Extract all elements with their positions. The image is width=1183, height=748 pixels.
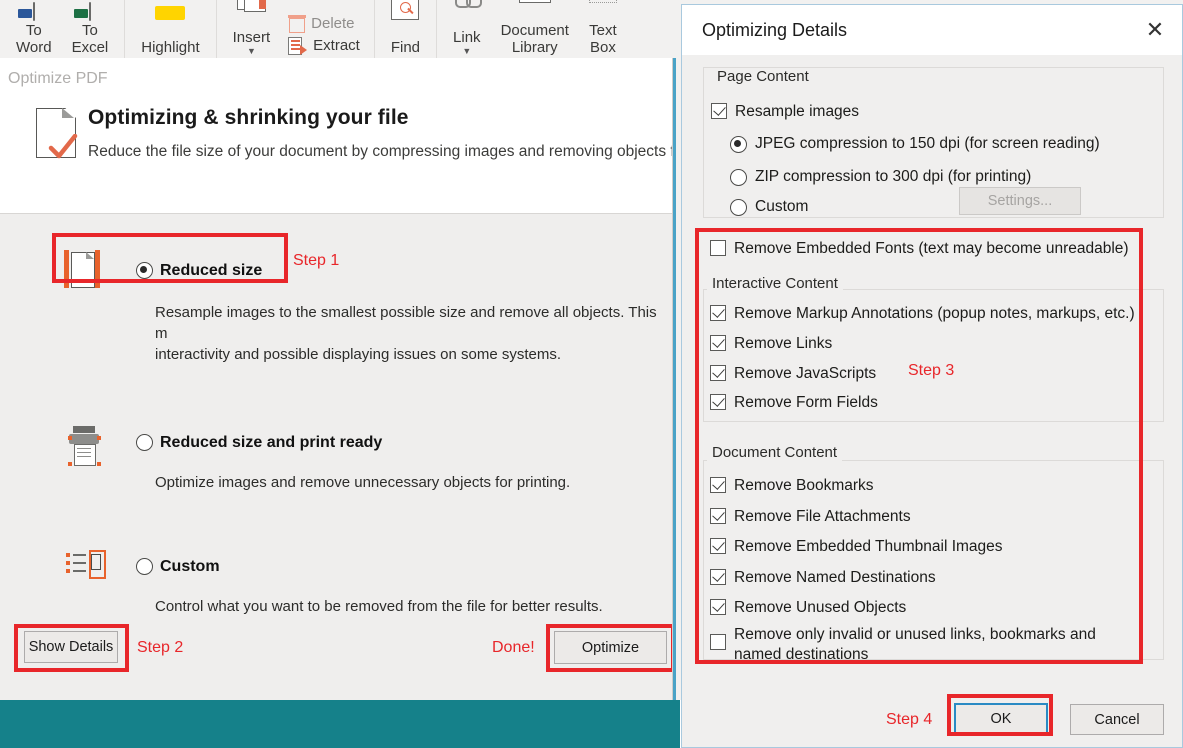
radio-label: Custom xyxy=(755,198,809,215)
radio-circle xyxy=(730,198,747,216)
callout-box-step3 xyxy=(695,228,1143,664)
option-label: Reduced size and print ready xyxy=(160,434,383,451)
ribbon-button-label: Insert xyxy=(232,29,271,46)
checkbox-resample-images[interactable]: Resample images xyxy=(711,103,859,120)
radio-jpeg-150dpi[interactable]: JPEG compression to 150 dpi (for screen … xyxy=(730,135,1100,153)
radio-custom[interactable] xyxy=(136,558,153,580)
link-icon xyxy=(454,0,482,27)
text-box-icon: A xyxy=(588,0,617,20)
ribbon-small-buttons: Delete Extract xyxy=(280,0,368,58)
group-label-page-content: Page Content xyxy=(712,68,814,85)
ribbon-button-label: Document Library xyxy=(500,22,569,56)
compress-document-icon xyxy=(36,108,80,160)
page-subtitle: Reduce the file size of your document by… xyxy=(88,143,689,160)
document-library-icon xyxy=(518,0,551,20)
radio-custom-compression[interactable]: Custom xyxy=(730,198,808,216)
option-description: Control what you want to be removed from… xyxy=(155,598,603,615)
radio-label: ZIP compression to 300 dpi (for printing… xyxy=(755,168,1032,185)
ribbon-button-find[interactable]: Find xyxy=(381,0,430,58)
ribbon-group-convert: To Word To Excel xyxy=(0,0,126,58)
checkbox-label: Resample images xyxy=(735,103,860,120)
settings-button[interactable]: Settings... xyxy=(959,187,1081,215)
trash-icon xyxy=(288,14,307,34)
annotation-step4: Step 4 xyxy=(886,711,933,728)
printer-icon xyxy=(66,424,106,470)
ribbon-button-insert[interactable]: Insert ▼ xyxy=(223,0,281,58)
ribbon-button-label: Link xyxy=(453,29,481,46)
optimize-pdf-pane: Optimize PDF Optimizing & shrinking your… xyxy=(0,58,689,700)
radio-circle xyxy=(730,168,747,186)
ribbon-button-label: To Excel xyxy=(71,22,109,56)
ribbon-group-highlight: Highlight xyxy=(125,0,217,58)
find-icon xyxy=(391,0,420,37)
ribbon-group-pages: Insert ▼ Delete Extract xyxy=(217,0,375,58)
annotation-step2: Step 2 xyxy=(137,639,184,656)
to-word-icon xyxy=(17,0,35,21)
ribbon-button-document-library[interactable]: Document Library xyxy=(491,0,579,58)
callout-box-optimize xyxy=(546,624,675,672)
close-icon[interactable]: ✕ xyxy=(1138,15,1172,45)
breadcrumb: Optimize PDF xyxy=(8,70,108,87)
ribbon-small-label: Delete xyxy=(311,15,355,32)
ribbon-button-extract[interactable]: Extract xyxy=(284,35,364,57)
ribbon-button-delete[interactable]: Delete xyxy=(284,13,364,35)
ribbon-group-find: Find xyxy=(375,0,438,58)
ribbon-button-to-excel[interactable]: To Excel xyxy=(62,0,119,58)
dialog-title: Optimizing Details xyxy=(702,20,848,40)
insert-pages-icon xyxy=(237,0,267,27)
ribbon-button-label: Highlight xyxy=(141,39,200,56)
callout-box-step2 xyxy=(14,624,129,672)
annotation-step1: Step 1 xyxy=(293,252,340,269)
highlight-icon xyxy=(155,0,186,37)
radio-circle xyxy=(730,135,747,153)
ribbon-button-highlight[interactable]: Highlight xyxy=(131,0,209,58)
pane-splitter[interactable] xyxy=(672,58,681,700)
annotation-done: Done! xyxy=(492,639,535,656)
checkmark-icon xyxy=(48,134,78,159)
ribbon-button-to-word[interactable]: To Word xyxy=(6,0,62,58)
to-excel-icon xyxy=(73,0,91,21)
chevron-down-icon[interactable]: ▼ xyxy=(247,47,256,56)
ribbon-button-text-box[interactable]: A Text Box xyxy=(579,0,627,58)
ribbon-button-label: Text Box xyxy=(589,22,617,56)
ribbon-button-label: Find xyxy=(390,39,421,56)
radio-zip-300dpi[interactable]: ZIP compression to 300 dpi (for printing… xyxy=(730,168,1031,186)
checkbox-box xyxy=(711,103,727,119)
ribbon-button-link[interactable]: Link ▼ xyxy=(443,0,491,58)
callout-box-ok xyxy=(947,694,1053,736)
teal-footer-band xyxy=(0,700,680,748)
dialog-title-bar: Optimizing Details ✕ xyxy=(682,5,1182,55)
option-label: Custom xyxy=(160,558,220,575)
ribbon-small-label: Extract xyxy=(313,37,360,54)
custom-list-icon xyxy=(66,550,106,579)
chevron-down-icon[interactable]: ▼ xyxy=(462,47,471,56)
optimize-header-card: Optimize PDF Optimizing & shrinking your… xyxy=(0,58,689,214)
ribbon-button-label: To Word xyxy=(16,22,52,56)
page-title: Optimizing & shrinking your file xyxy=(88,106,409,129)
extract-icon xyxy=(288,36,308,56)
radio-reduced-size-print-ready[interactable] xyxy=(136,434,153,456)
ribbon-group-insert-objects: Link ▼ Document Library A Text Box xyxy=(437,0,633,58)
callout-box-step1 xyxy=(52,233,288,283)
option-description: Optimize images and remove unnecessary o… xyxy=(155,474,571,491)
option-description: Resample images to the smallest possible… xyxy=(155,304,657,363)
cancel-button[interactable]: Cancel xyxy=(1070,704,1164,735)
radio-label: JPEG compression to 150 dpi (for screen … xyxy=(755,135,1100,152)
